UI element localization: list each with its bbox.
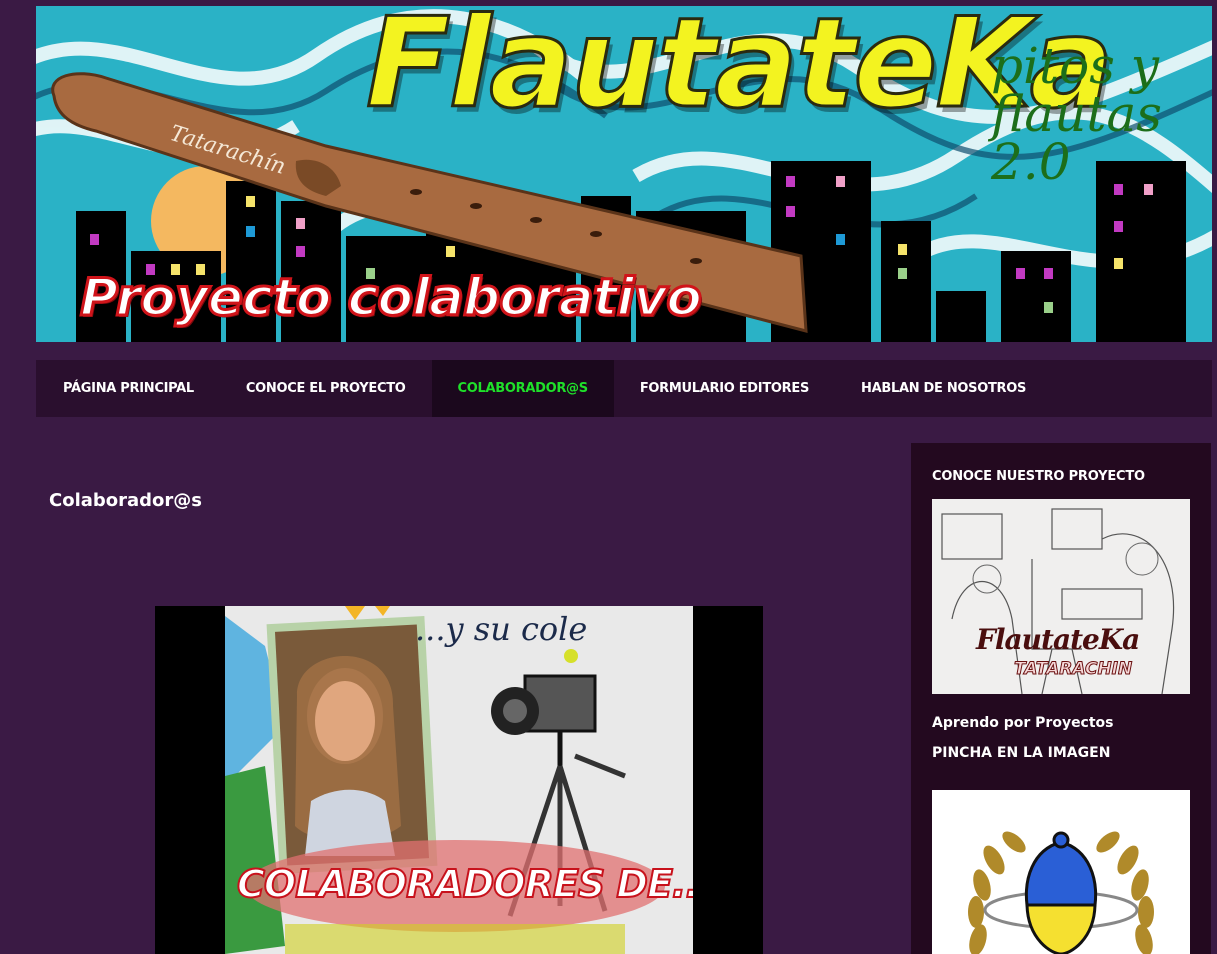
widget-award-logo[interactable] [932,790,1190,954]
widget-image-title: FlautateKa [976,623,1140,656]
sidebar: CONOCE NUESTRO PROYECTO FlautateKa TATAR… [911,443,1211,954]
main-nav: PÁGINA PRINCIPAL CONOCE EL PROYECTO COLA… [36,360,1212,417]
award-logo-graphic [968,831,1154,954]
widget-text-line-1: Aprendo por Proyectos [932,715,1114,731]
post-title: Colaborador@s [49,490,203,511]
widget-project-image[interactable]: FlautateKa TATARACHIN [932,499,1190,694]
banner-tagline: pitos y flautas 2.0 [991,37,1162,191]
post-image[interactable]: ...y su cole COLABORADORES DE... [155,606,763,954]
header-banner[interactable]: FlautateKa pitos y flautas 2.0 Tatarachí… [36,6,1212,342]
post-image-caption: COLABORADORES DE... [236,861,693,907]
widget-text: Aprendo por Proyectos PINCHA EN LA IMAGE… [932,708,1114,768]
post-image-script-text: ...y su cole [415,610,588,648]
nav-item-hablan-de-nosotros[interactable]: HABLAN DE NOSOTROS [835,360,1052,417]
widget-text-line-2: PINCHA EN LA IMAGEN [932,745,1111,761]
nav-item-formulario-editores[interactable]: FORMULARIO EDITORES [614,360,835,417]
widget-title: CONOCE NUESTRO PROYECTO [932,469,1145,484]
banner-project-title: Proyecto colaborativo [78,267,703,330]
nav-item-colaboradores[interactable]: COLABORADOR@S [431,360,614,417]
nav-item-pagina-principal[interactable]: PÁGINA PRINCIPAL [36,360,220,417]
nav-item-conoce-el-proyecto[interactable]: CONOCE EL PROYECTO [220,360,432,417]
widget-image-subtitle: TATARACHIN [1013,659,1133,680]
post-image-artwork: ...y su cole COLABORADORES DE... [225,606,693,954]
